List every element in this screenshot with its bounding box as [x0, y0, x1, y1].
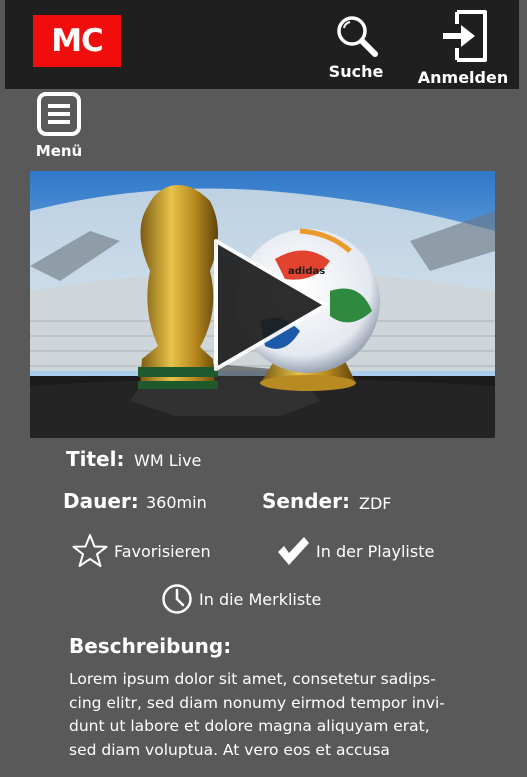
description-line: dunt ut labore et dolore magna aliquyam …: [69, 717, 430, 735]
title-value: WM Live: [134, 451, 202, 470]
search-button[interactable]: Suche: [321, 12, 391, 81]
clock-icon: [162, 584, 192, 614]
menu-button[interactable]: Menü: [30, 91, 88, 160]
duration-value: 360min: [146, 493, 207, 512]
playlist-label: In der Playliste: [316, 541, 435, 561]
favorite-button[interactable]: Favorisieren: [72, 533, 211, 569]
watchlist-label: In die Merkliste: [199, 589, 322, 609]
logo[interactable]: MC: [33, 15, 121, 67]
title-label: Titel:: [66, 447, 125, 471]
login-button[interactable]: Anmelden: [415, 8, 511, 87]
video-thumbnail: adidas: [30, 171, 495, 438]
search-label: Suche: [328, 62, 384, 81]
favorite-label: Favorisieren: [114, 541, 211, 561]
description-line: sed diam voluptua. At vero eos et accusa: [69, 740, 390, 759]
watchlist-button[interactable]: In die Merkliste: [161, 583, 321, 615]
checkmark-icon: [278, 537, 309, 565]
playlist-button[interactable]: In der Playliste: [276, 535, 434, 567]
login-label: Anmelden: [417, 68, 509, 87]
login-icon: [443, 10, 487, 62]
description-line: cing elitr, sed diam nonumy eirmod tempo…: [69, 693, 445, 712]
duration-label: Dauer:: [63, 489, 139, 513]
menu-label: Menü: [35, 142, 83, 160]
description-line: Lorem ipsum dolor sit amet, consetetur s…: [69, 670, 436, 688]
description-title: Beschreibung:: [69, 634, 232, 658]
svg-text:adidas: adidas: [288, 266, 325, 277]
top-bar: MC Suche Anmelden: [5, 0, 519, 89]
video-player[interactable]: adidas: [30, 171, 495, 438]
channel-value: ZDF: [359, 494, 392, 513]
channel-label: Sender:: [262, 489, 350, 513]
menu-icon: [37, 92, 81, 136]
search-icon: [337, 16, 378, 57]
description-text: Lorem ipsum dolor sit amet, consetetur s…: [69, 668, 469, 762]
star-icon: [72, 534, 108, 567]
